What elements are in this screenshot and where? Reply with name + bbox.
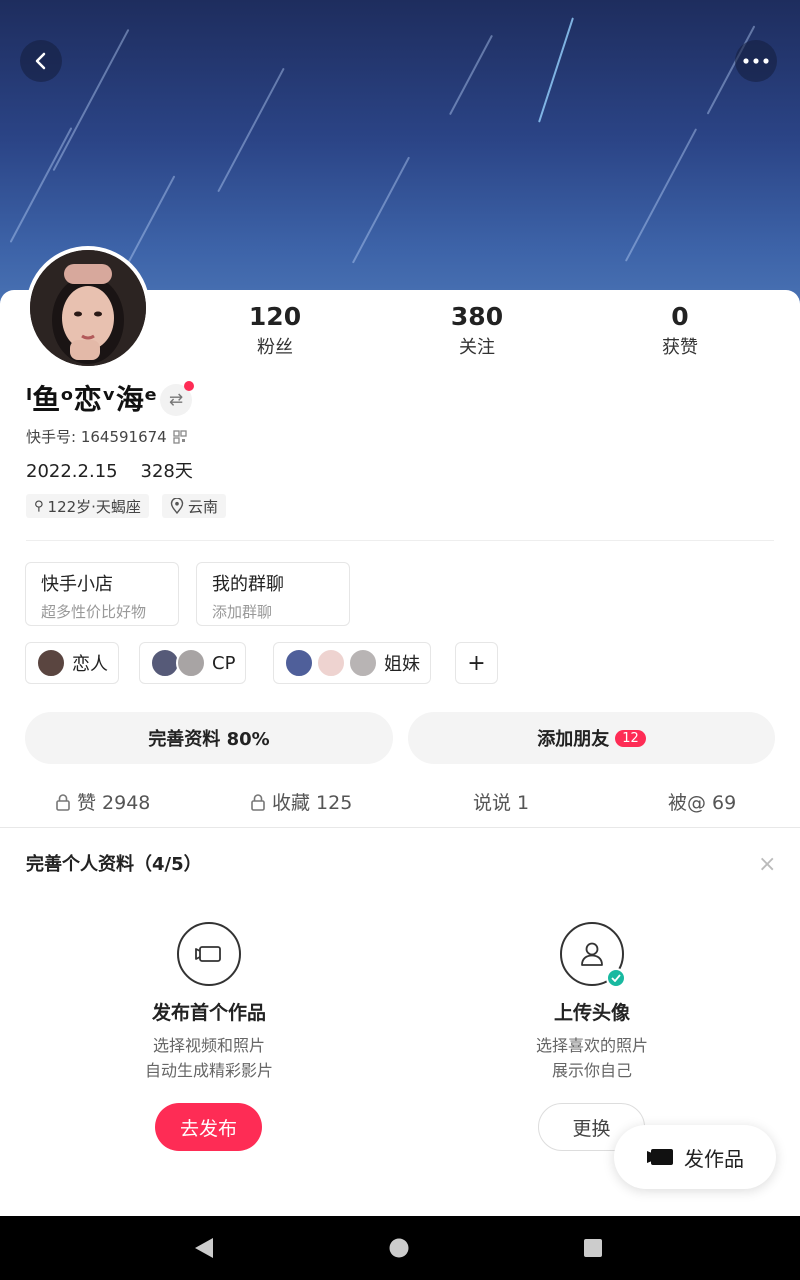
nav-home-button[interactable] [383,1232,415,1264]
stat-following[interactable]: 380 关注 [417,302,537,359]
complete-profile-button[interactable]: 完善资料 80% [25,712,393,764]
plus-icon: + [467,650,486,676]
add-relation-button[interactable]: + [455,642,498,684]
task-upload-avatar-desc-line2: 展示你自己 [551,1061,632,1080]
tab-moments[interactable]: 说说 1 [473,788,529,815]
tabs-divider [0,827,800,828]
camera-icon [195,946,221,962]
avatar-image [30,250,146,366]
stat-fans-label: 粉丝 [257,337,293,358]
stat-likes-number: 0 [671,302,689,331]
checkmark-icon [606,968,626,988]
nickname: ˡ鱼ᵒ恋ᵛ海ᵉ [26,383,158,416]
task-upload-avatar-desc: 选择喜欢的照片 展示你自己 [472,1033,712,1083]
relation-lover-chip[interactable]: 恋人 [25,642,119,684]
avatar [176,648,206,678]
go-post-button[interactable]: 去发布 [155,1103,262,1151]
bio-text: 2022.2.15 328天 [26,461,193,482]
stat-fans[interactable]: 120 粉丝 [215,302,335,359]
avatar [36,648,66,678]
kwai-shop-title: 快手小店 [41,574,113,595]
tab-moments-label: 说说 1 [473,792,530,814]
divider [26,540,774,541]
avatar-group [284,648,378,678]
avatar[interactable] [26,246,150,370]
tag-location-text: 云南 [188,497,219,516]
task-first-post-desc-line2: 自动生成精彩影片 [144,1061,273,1080]
more-dots-icon [743,58,769,64]
publish-work-label: 发作品 [684,1146,744,1171]
video-camera-icon [647,1149,673,1165]
kwai-id[interactable]: 快手号: 164591674 [26,426,187,447]
add-friends-badge: 12 [615,729,646,747]
complete-profile-label: 完善资料 80% [148,729,270,750]
publish-work-button[interactable]: 发作品 [614,1125,776,1189]
more-button[interactable] [735,40,777,82]
nav-back-button[interactable] [188,1232,220,1264]
tab-collections[interactable]: 收藏 125 [250,788,352,815]
group-chat-title: 我的群聊 [212,574,284,595]
close-icon[interactable]: × [758,852,776,877]
group-chat-subtitle: 添加群聊 [212,603,273,621]
kwai-shop-card[interactable]: 快手小店 超多性价比好物 [25,562,179,626]
lock-icon [56,793,70,811]
task-upload-avatar-desc-line1: 选择喜欢的照片 [535,1036,648,1055]
swap-icon: ⇄ [168,390,184,410]
stat-following-number: 380 [450,302,504,331]
tab-likes-label: 赞 2948 [77,792,151,814]
tag-age-zodiac-text: 122岁·天蝎座 [47,497,141,516]
relation-sisters-label: 姐妹 [384,654,420,675]
avatar [316,648,346,678]
task-first-post-desc: 选择视频和照片 自动生成精彩影片 [89,1033,329,1083]
relation-cp-label: CP [212,652,236,674]
lock-icon [251,793,265,811]
group-chat-card[interactable]: 我的群聊 添加群聊 [196,562,350,626]
task-upload-avatar-icon-wrap [560,922,626,988]
user-icon [581,942,603,966]
task-first-post: 发布首个作品 选择视频和照片 自动生成精彩影片 [89,922,329,1083]
nav-recents-button[interactable] [577,1232,609,1264]
stat-fans-number: 120 [248,302,302,331]
avatar-group [150,648,206,678]
tab-mentions[interactable]: 被@ 69 [668,788,736,815]
task-first-post-icon-wrap [177,922,241,986]
search-icon: ⚲ [34,498,44,514]
stat-likes[interactable]: 0 获赞 [620,302,740,359]
tab-collections-label: 收藏 125 [272,792,353,814]
location-pin-icon [170,498,184,514]
stat-likes-label: 获赞 [662,337,698,358]
add-friends-label: 添加朋友 [537,729,610,750]
chevron-left-icon [35,52,46,70]
square-recents-icon [584,1239,602,1257]
relation-sisters-chip[interactable]: 姐妹 [273,642,431,684]
stat-following-label: 关注 [459,337,495,358]
task-upload-avatar: 上传头像 选择喜欢的照片 展示你自己 [472,922,712,1083]
kwai-id-text: 快手号: 164591674 [26,428,167,446]
circle-home-icon [389,1238,409,1258]
tab-likes[interactable]: 赞 2948 [55,788,150,815]
kwai-shop-subtitle: 超多性价比好物 [41,603,147,621]
add-friends-button[interactable]: 添加朋友 12 [408,712,775,764]
qrcode-icon[interactable] [173,429,187,444]
relation-cp-chip[interactable]: CP [139,642,247,684]
tag-age-zodiac: ⚲ 122岁·天蝎座 [26,494,149,518]
back-button[interactable] [20,40,62,82]
task-upload-avatar-title: 上传头像 [553,1002,630,1024]
task-first-post-desc-line1: 选择视频和照片 [152,1036,265,1055]
task-first-post-title: 发布首个作品 [151,1002,266,1024]
avatar [284,648,314,678]
triangle-back-icon [195,1238,213,1258]
tag-location: 云南 [162,494,227,518]
system-nav-bar [0,1216,800,1280]
relation-lover-label: 恋人 [72,654,108,675]
avatar [348,648,378,678]
notification-dot [184,381,194,391]
tab-mentions-label: 被@ 69 [668,792,737,814]
complete-profile-section-title: 完善个人资料（4/5） [26,854,202,875]
